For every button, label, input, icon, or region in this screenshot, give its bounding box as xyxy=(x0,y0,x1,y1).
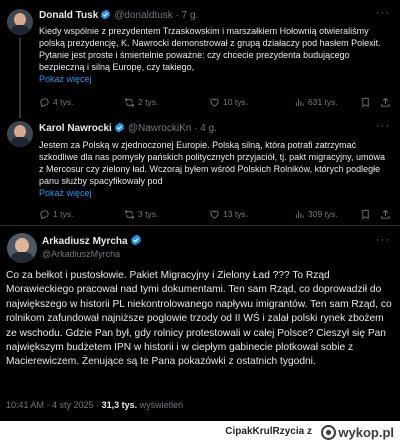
show-more-link[interactable]: Pokaż więcej xyxy=(39,188,92,198)
like-count: 13 tys. xyxy=(223,209,249,219)
tweet-nawrocki[interactable]: Karol Nawrocki @NawrockiKn · 4 g. ··· Jes… xyxy=(0,116,400,224)
reply-icon xyxy=(40,209,49,219)
author-handle[interactable]: @donaldtusk xyxy=(114,10,173,21)
tweet-header: Karol Nawrocki @NawrockiKn · 4 g. xyxy=(39,122,217,136)
tweet-timestamp[interactable]: 10:41 AM · 4 sty 2025 · xyxy=(6,400,99,410)
views-chart-icon xyxy=(295,210,304,218)
more-options-icon[interactable]: ··· xyxy=(376,7,390,19)
tweet-meta: 10:41 AM · 4 sty 2025 · 31,3 tys. wyświe… xyxy=(6,400,183,410)
view-count: 309 tys. xyxy=(308,209,338,219)
like-button[interactable]: 10 tys. xyxy=(209,95,248,109)
tweet-text: Jestem za Polską w zjednoczonej Europie.… xyxy=(39,139,391,199)
more-options-icon[interactable]: ··· xyxy=(376,120,390,132)
source-footer: CipakKrulRzycia z wykop.pl xyxy=(0,421,400,444)
verified-badge-icon xyxy=(114,122,124,133)
verified-badge-icon xyxy=(101,9,111,20)
repost-count: 2 tys. xyxy=(138,97,159,107)
repost-count: 3 tys. xyxy=(138,209,159,219)
heart-icon xyxy=(210,98,219,107)
views-label: wyświetleń xyxy=(139,400,184,410)
reply-count: 4 tys. xyxy=(53,97,74,107)
view-count: 631 tys. xyxy=(308,97,338,107)
wykop-logo-text: wykop.pl xyxy=(338,425,394,440)
more-options-icon[interactable]: ··· xyxy=(376,234,390,246)
views-chart-icon xyxy=(295,98,304,106)
views-button[interactable]: 309 tys. xyxy=(294,207,338,221)
reply-button[interactable]: 4 tys. xyxy=(39,95,73,109)
verified-badge-icon xyxy=(130,234,141,246)
author-name[interactable]: Arkadiusz Myrcha xyxy=(42,236,128,247)
tweet-actions: 4 tys. 2 tys. 10 tys. 631 tys. xyxy=(39,95,391,109)
wykop-logo[interactable]: wykop.pl xyxy=(321,423,394,442)
reply-button[interactable]: 1 tys. xyxy=(39,207,73,221)
tweet-time[interactable]: · 4 g. xyxy=(194,123,217,134)
tweet-actions: 1 tys. 3 tys. 13 tys. 309 tys. xyxy=(39,207,391,221)
tweet-header: Donald Tusk @donaldtusk · 7 g. xyxy=(39,9,198,23)
main-author-name[interactable]: Arkadiusz Myrcha xyxy=(42,234,145,249)
show-more-link[interactable]: Pokaż więcej xyxy=(39,74,92,84)
view-count: 31,3 tys. xyxy=(101,400,138,410)
author-name[interactable]: Donald Tusk xyxy=(39,10,98,21)
tweet-body: Jestem za Polską w zjednoczonej Europie.… xyxy=(39,140,385,186)
bookmark-icon[interactable] xyxy=(360,97,371,108)
avatar[interactable] xyxy=(7,121,33,147)
bookmark-icon[interactable] xyxy=(360,209,371,220)
author-name[interactable]: Karol Nawrocki xyxy=(39,123,112,134)
share-icon[interactable] xyxy=(380,209,391,220)
reply-count: 1 tys. xyxy=(53,209,74,219)
tweet-tusk[interactable]: Donald Tusk @donaldtusk · 7 g. ··· Kiedy … xyxy=(0,0,400,118)
share-icon[interactable] xyxy=(380,97,391,108)
tweet-extra-actions xyxy=(360,95,391,109)
main-tweet-text: Co za bełkot i pustosłowie. Pakiet Migra… xyxy=(6,269,392,370)
views-button[interactable]: 631 tys. xyxy=(294,95,338,109)
thread-line xyxy=(19,38,21,118)
tweet-extra-actions xyxy=(360,207,391,221)
author-handle[interactable]: @NawrockiKn xyxy=(128,123,192,134)
tweet-time[interactable]: · 7 g. xyxy=(176,10,199,21)
avatar[interactable] xyxy=(7,9,33,35)
wykop-logo-icon xyxy=(321,425,337,440)
repost-icon xyxy=(124,97,135,107)
reply-icon xyxy=(40,97,49,107)
heart-icon xyxy=(210,210,219,219)
repost-icon xyxy=(124,209,135,219)
repost-button[interactable]: 2 tys. xyxy=(124,95,158,109)
divider xyxy=(0,225,400,226)
like-button[interactable]: 13 tys. xyxy=(209,207,248,221)
tweet-body: Co za bełkot i pustosłowie. Pakiet Migra… xyxy=(6,270,392,368)
main-author-handle[interactable]: @ArkadiuszMyrcha xyxy=(42,248,120,260)
repost-button[interactable]: 3 tys. xyxy=(124,207,158,221)
tweet-body: Kiedy wspólnie z prezydentem Trzaskowski… xyxy=(39,26,381,72)
footer-credit: CipakKrulRzycia z xyxy=(225,426,312,437)
like-count: 10 tys. xyxy=(223,97,249,107)
tweet-text: Kiedy wspólnie z prezydentem Trzaskowski… xyxy=(39,25,391,85)
avatar[interactable] xyxy=(7,233,37,263)
